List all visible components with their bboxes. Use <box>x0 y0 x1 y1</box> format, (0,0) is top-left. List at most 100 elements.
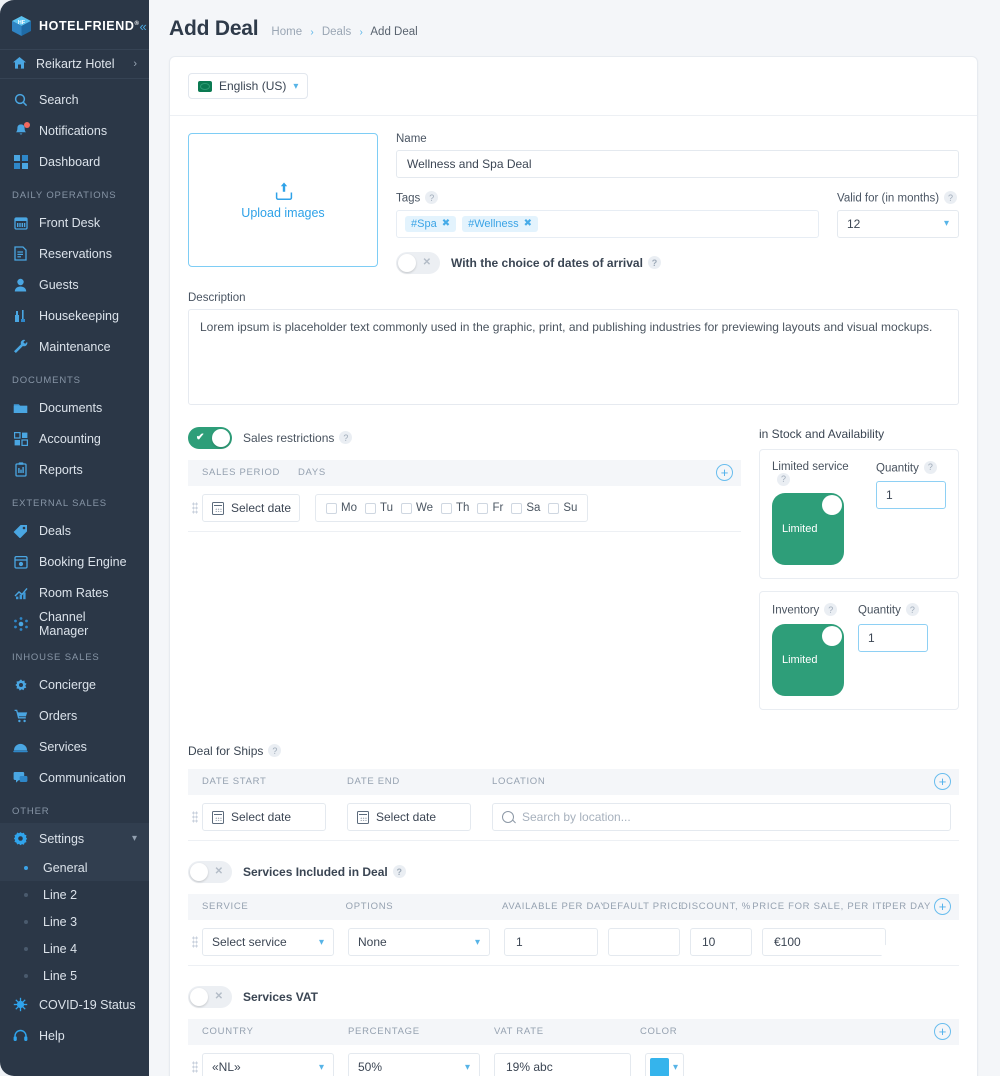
add-vat-row-button[interactable]: + <box>934 1023 951 1040</box>
services-included-toggle[interactable]: ✕ <box>188 860 232 883</box>
day-checkbox-su[interactable]: Su <box>548 502 577 514</box>
deal-for-ships-help-icon[interactable]: ? <box>268 744 282 757</box>
name-input[interactable] <box>396 150 959 178</box>
inventory-toggle[interactable]: Limited <box>772 623 844 696</box>
sidebar-item-services[interactable]: Services <box>0 731 149 762</box>
checkbox[interactable] <box>548 502 560 514</box>
add-ship-row-button[interactable]: + <box>934 773 951 790</box>
sales-period-date-picker[interactable]: Select date <box>202 494 300 522</box>
drag-handle[interactable] <box>188 502 202 514</box>
limited-service-toggle[interactable]: Limited <box>772 493 844 565</box>
sidebar-item-help[interactable]: Help <box>0 1020 149 1051</box>
price-for-sale-input[interactable] <box>772 934 876 950</box>
sidebar-item-covid-19-status[interactable]: COVID-19 Status <box>0 989 149 1020</box>
day-checkbox-fr[interactable]: Fr <box>477 502 503 514</box>
sidebar-item-general[interactable]: General <box>0 854 149 881</box>
valid-for-select[interactable]: 12 ▾ <box>837 209 959 238</box>
add-service-row-button[interactable]: + <box>934 898 951 915</box>
day-checkbox-sa[interactable]: Sa <box>511 502 540 514</box>
day-checkbox-mo[interactable]: Mo <box>326 502 357 514</box>
sidebar-item-room-rates[interactable]: Room Rates <box>0 577 149 608</box>
percentage-select[interactable]: 50% ▾ <box>348 1053 480 1076</box>
checkbox[interactable] <box>326 502 337 514</box>
day-checkbox-th[interactable]: Th <box>441 502 469 514</box>
drag-handle[interactable] <box>188 1061 202 1073</box>
day-checkbox-we[interactable]: We <box>400 502 433 514</box>
price-for-sale-cell[interactable] <box>762 928 886 956</box>
checkbox[interactable] <box>400 502 412 514</box>
tag-remove-icon[interactable]: ✖ <box>524 218 532 229</box>
vat-rate-cell[interactable] <box>494 1053 631 1076</box>
sidebar-item-maintenance[interactable]: Maintenance <box>0 331 149 362</box>
upload-images-dropzone[interactable]: Upload images <box>188 133 378 267</box>
sidebar-item-reservations[interactable]: Reservations <box>0 238 149 269</box>
drag-handle[interactable] <box>188 811 202 823</box>
available-per-day-cell[interactable] <box>504 928 598 956</box>
valid-for-help-icon[interactable]: ? <box>944 191 958 204</box>
sidebar-collapse-icon[interactable]: « <box>140 20 147 33</box>
services-included-help-icon[interactable]: ? <box>392 865 406 878</box>
sidebar-item-concierge[interactable]: Concierge <box>0 669 149 700</box>
sidebar-item-communication[interactable]: Communication <box>0 762 149 793</box>
sidebar-item-guests[interactable]: Guests <box>0 269 149 300</box>
sidebar-item-search[interactable]: Search <box>0 84 149 115</box>
quantity-help-icon[interactable]: ? <box>905 603 919 616</box>
brand-logo[interactable]: HF HOTELFRIEND® « <box>0 6 149 46</box>
checkbox[interactable] <box>441 502 453 514</box>
sidebar-item-documents[interactable]: Documents <box>0 392 149 423</box>
vat-rate-input[interactable] <box>504 1059 621 1075</box>
default-price-input[interactable] <box>618 934 670 950</box>
hotel-selector[interactable]: Reikartz Hotel › <box>0 49 149 79</box>
sidebar-item-settings[interactable]: Settings ▾ <box>0 823 149 854</box>
services-vat-toggle[interactable]: ✕ <box>188 985 232 1008</box>
day-checkbox-tu[interactable]: Tu <box>364 502 393 514</box>
tag-chip[interactable]: #Wellness ✖ <box>462 215 539 232</box>
sidebar-item-reports[interactable]: Reports <box>0 454 149 485</box>
checkbox[interactable] <box>477 502 489 514</box>
sidebar-item-line-5[interactable]: Line 5 <box>0 962 149 989</box>
sidebar-item-channel-manager[interactable]: Channel Manager <box>0 608 149 639</box>
language-select[interactable]: English (US) ▾ <box>188 73 309 99</box>
sidebar-item-accounting[interactable]: Accounting <box>0 423 149 454</box>
dates-of-arrival-toggle[interactable]: ✕ <box>396 251 440 274</box>
discount-input[interactable] <box>700 934 742 950</box>
add-sales-period-button[interactable]: + <box>716 464 733 481</box>
sidebar-item-housekeeping[interactable]: Housekeeping <box>0 300 149 331</box>
limited-service-help-icon[interactable]: ? <box>777 472 790 486</box>
description-textarea[interactable]: Lorem ipsum is placeholder text commonly… <box>188 308 959 405</box>
sales-restrictions-help-icon[interactable]: ? <box>339 431 353 444</box>
tags-input[interactable]: #Spa ✖ #Wellness ✖ <box>396 209 819 238</box>
checkbox[interactable] <box>364 502 376 514</box>
sidebar-item-booking-engine[interactable]: Booking Engine <box>0 546 149 577</box>
sidebar-item-line-2[interactable]: Line 2 <box>0 881 149 908</box>
breadcrumb-home[interactable]: Home <box>271 26 302 38</box>
vat-color-picker[interactable]: ▾ <box>645 1053 685 1076</box>
sidebar-item-line-3[interactable]: Line 3 <box>0 908 149 935</box>
inventory-quantity-input[interactable] <box>858 623 928 652</box>
sidebar-item-line-4[interactable]: Line 4 <box>0 935 149 962</box>
drag-handle[interactable] <box>188 936 202 948</box>
discount-cell[interactable] <box>690 928 752 956</box>
checkbox[interactable] <box>511 502 523 514</box>
ship-date-end-picker[interactable]: Select date <box>347 803 471 831</box>
limited-service-quantity-input[interactable] <box>876 481 946 509</box>
sidebar-item-deals[interactable]: Deals <box>0 515 149 546</box>
ship-date-start-picker[interactable]: Select date <box>202 803 326 831</box>
ship-location-search[interactable]: Search by location... <box>492 803 951 831</box>
available-per-day-input[interactable] <box>514 934 588 950</box>
country-select[interactable]: «NL» ▾ <box>202 1053 334 1076</box>
sales-restrictions-toggle[interactable]: ✔ <box>188 426 232 449</box>
tag-remove-icon[interactable]: ✖ <box>442 218 450 229</box>
quantity-help-icon[interactable]: ? <box>923 460 937 474</box>
service-options-select[interactable]: None ▾ <box>348 928 490 956</box>
dates-of-arrival-help-icon[interactable]: ? <box>647 256 661 269</box>
tags-help-icon[interactable]: ? <box>425 191 439 204</box>
sidebar-item-front-desk[interactable]: Front Desk <box>0 207 149 238</box>
tag-chip[interactable]: #Spa ✖ <box>405 215 457 232</box>
inventory-help-icon[interactable]: ? <box>824 603 838 616</box>
service-select[interactable]: Select service ▾ <box>202 928 334 956</box>
sidebar-item-notifications[interactable]: Notifications <box>0 115 149 146</box>
sidebar-item-orders[interactable]: Orders <box>0 700 149 731</box>
default-price-cell[interactable] <box>608 928 680 956</box>
sidebar-item-dashboard[interactable]: Dashboard <box>0 146 149 177</box>
